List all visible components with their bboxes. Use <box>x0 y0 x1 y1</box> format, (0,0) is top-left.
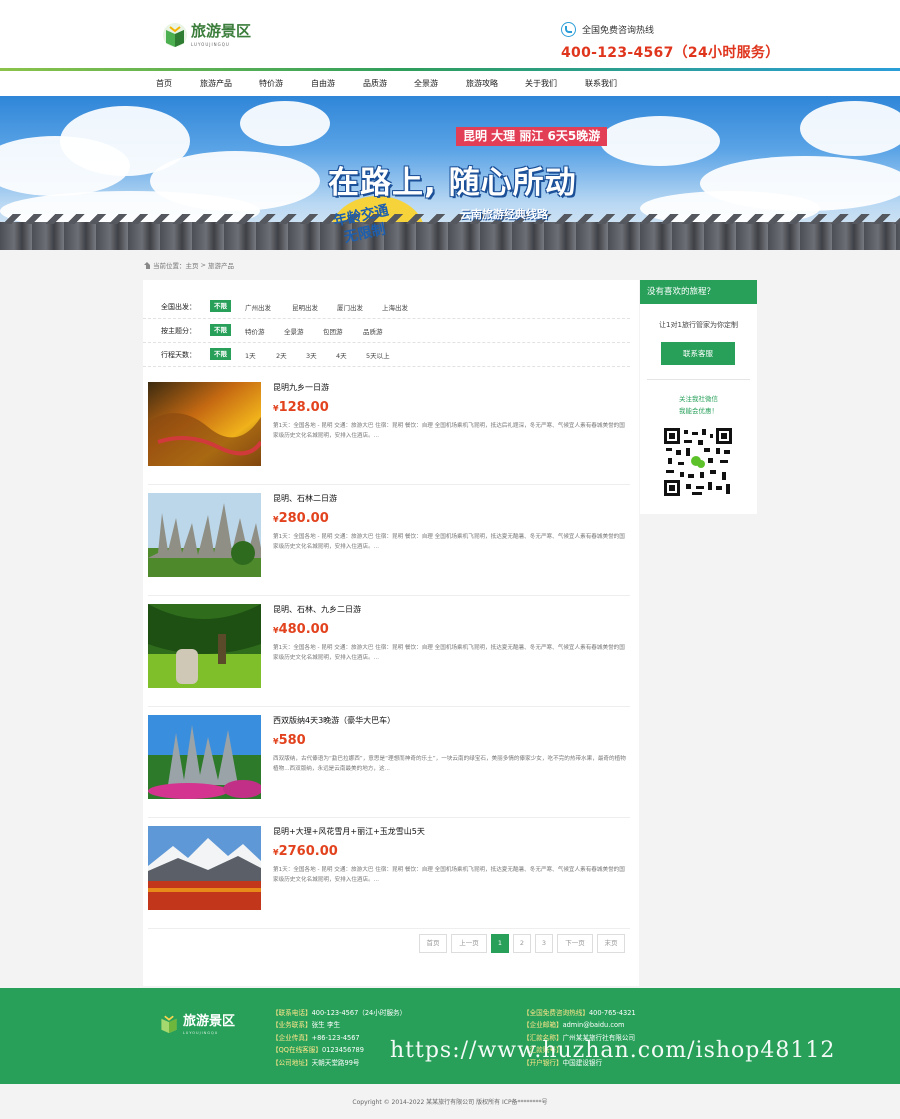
filter-option[interactable]: 不限 <box>210 324 231 336</box>
hotline-number: 400-123-4567（24小时服务） <box>561 45 780 61</box>
footer-contact-col1: 【联系电话】400-123-4567（24小时服务） 【业务联系】张生 李生 【… <box>272 1009 407 1067</box>
product-price: ¥2760.00 <box>273 844 338 859</box>
product-description: 第1天：全国各地 - 昆明 交通：旅游大巴 住宿：昆明 餐饮：自理 全国机场乘机… <box>273 423 625 439</box>
product-item: 昆明九乡一日游 ¥128.00 第1天：全国各地 - 昆明 交通：旅游大巴 住宿… <box>148 374 630 485</box>
product-image[interactable] <box>148 604 261 688</box>
nav-about[interactable]: 关于我们 <box>525 78 557 89</box>
product-price: ¥580 <box>273 733 306 748</box>
pager-next[interactable]: 下一页 <box>557 934 593 953</box>
filter-option[interactable]: 不限 <box>210 348 231 360</box>
pagination: 首页 上一页 1 2 3 下一页 末页 <box>419 934 629 953</box>
filter-option[interactable]: 品质游 <box>363 326 383 336</box>
banner-subtitle: 云南旅游经典线路 <box>460 208 548 221</box>
filter-days: 行程天数： 不限 1天 2天 3天 4天 5天以上 <box>143 343 630 367</box>
main-nav: 首页 旅游产品 特价游 自由游 品质游 全景游 旅游攻略 关于我们 联系我们 <box>0 71 900 96</box>
product-title[interactable]: 昆明、石林二日游 <box>273 493 337 504</box>
nav-home[interactable]: 首页 <box>156 78 172 89</box>
site-footer: 旅游景区 LUYOUJINGQU 【联系电话】400-123-4567（24小时… <box>0 988 900 1084</box>
logo-icon <box>162 22 188 48</box>
hotline-label: 全国免费咨询热线 <box>582 26 655 36</box>
filter-theme: 按主题分： 不限 特价游 全景游 包团游 品质游 <box>143 319 630 343</box>
filter-option[interactable]: 厦门出发 <box>337 302 363 312</box>
product-description: 第1天：全国各地 - 昆明 交通：旅游大巴 住宿：昆明 餐饮：自理 全国机场乘机… <box>273 867 625 883</box>
product-title[interactable]: 昆明+大理+风花雪月+丽江+玉龙雪山5天 <box>273 826 425 837</box>
sidebar-divider <box>647 379 750 380</box>
product-title[interactable]: 昆明、石林、九乡二日游 <box>273 604 361 615</box>
product-image[interactable] <box>148 493 261 577</box>
filter-option[interactable]: 不限 <box>210 300 231 312</box>
filter-option[interactable]: 包团游 <box>323 326 343 336</box>
logo-title: 旅游景区 <box>191 21 252 40</box>
footer-logo-icon <box>161 1015 177 1033</box>
filter-option[interactable]: 昆明出发 <box>292 302 318 312</box>
filter-option[interactable]: 3天 <box>306 350 317 360</box>
product-item: 西双版纳4天3晚游（豪华大巴车） ¥580 西双版纳，古代傣语为“勐巴拉娜西”，… <box>148 707 630 818</box>
banner-route: 昆明 大理 丽江 6天5晚游 <box>456 127 608 146</box>
contact-service-button[interactable]: 联系客服 <box>661 342 735 365</box>
filter-option[interactable]: 特价游 <box>245 326 265 336</box>
filter-option[interactable]: 4天 <box>336 350 347 360</box>
sidebar-text: 让1对1旅行管家为你定制 <box>659 321 738 329</box>
wechat-prompt: 关注我社微信 我能会优惠！ <box>679 395 718 415</box>
nav-contact[interactable]: 联系我们 <box>585 78 617 89</box>
hotline: 全国免费咨询热线 400-123-4567（24小时服务） <box>561 22 780 62</box>
sidebar-title: 没有喜欢的旅程？ <box>640 280 757 304</box>
product-item: 昆明+大理+风花雪月+丽江+玉龙雪山5天 ¥2760.00 第1天：全国各地 -… <box>148 818 630 929</box>
wechat-qr-code <box>664 428 732 496</box>
nav-special[interactable]: 特价游 <box>259 78 283 89</box>
pager-first[interactable]: 首页 <box>419 934 447 953</box>
breadcrumb-current[interactable]: 旅游产品 <box>208 260 234 270</box>
product-description: 西双版纳，古代傣语为“勐巴拉娜西”，意思是“理想而神奇的乐土”，一块云南的绿宝石… <box>273 756 626 772</box>
pager-page[interactable]: 2 <box>513 934 531 953</box>
filter-option[interactable]: 1天 <box>245 350 256 360</box>
product-price: ¥480.00 <box>273 622 329 637</box>
phone-icon <box>561 22 576 37</box>
filter-option[interactable]: 上海出发 <box>382 302 408 312</box>
watermark-text: https://www.huzhan.com/ishop48112 <box>390 1038 836 1063</box>
product-list-panel: 全国出发： 不限 广州出发 昆明出发 厦门出发 上海出发 按主题分： 不限 特价… <box>143 280 639 986</box>
product-price: ¥128.00 <box>273 400 329 415</box>
site-header: 旅游景区 LUYOUJINGQU 全国免费咨询热线 400-123-4567（2… <box>0 0 900 68</box>
product-title[interactable]: 西双版纳4天3晚游（豪华大巴车） <box>273 715 395 726</box>
product-description: 第1天：全国各地 - 昆明 交通：旅游大巴 住宿：昆明 餐饮：自理 全国机场乘机… <box>273 534 625 550</box>
nav-quality-tour[interactable]: 品质游 <box>363 78 387 89</box>
product-image[interactable] <box>148 715 261 799</box>
banner-title: 在路上, 随心所动 <box>328 165 577 201</box>
rooftops-image <box>0 214 900 250</box>
pager-page[interactable]: 1 <box>491 934 509 953</box>
home-icon <box>144 261 151 269</box>
nav-products[interactable]: 旅游产品 <box>200 78 232 89</box>
product-title[interactable]: 昆明九乡一日游 <box>273 382 329 393</box>
copyright: Copyright © 2014-2022 某某旅行有限公司 版权所有 ICP备… <box>352 1099 548 1106</box>
logo-subtitle: LUYOUJINGQU <box>191 41 230 47</box>
pager-last[interactable]: 末页 <box>597 934 625 953</box>
footer-logo[interactable]: 旅游景区 LUYOUJINGQU <box>158 1010 235 1035</box>
product-description: 第1天：全国各地 - 昆明 交通：旅游大巴 住宿：昆明 餐饮：自理 全国机场乘机… <box>273 645 625 661</box>
product-item: 昆明、石林二日游 ¥280.00 第1天：全国各地 - 昆明 交通：旅游大巴 住… <box>148 485 630 596</box>
filter-option[interactable]: 全景游 <box>284 326 304 336</box>
custom-trip-sidebar: 没有喜欢的旅程？ 让1对1旅行管家为你定制 联系客服 关注我社微信 我能会优惠！ <box>640 280 757 514</box>
hero-banner[interactable]: 年龄交通 无限制 昆明 大理 丽江 6天5晚游 在路上, 随心所动 云南旅游经典… <box>0 96 900 250</box>
pager-prev[interactable]: 上一页 <box>451 934 487 953</box>
nav-guides[interactable]: 旅游攻略 <box>466 78 498 89</box>
nav-free-tour[interactable]: 自由游 <box>311 78 335 89</box>
filter-option[interactable]: 广州出发 <box>245 302 271 312</box>
product-image[interactable] <box>148 382 261 466</box>
breadcrumb: 当前位置： 主页 > 旅游产品 <box>144 260 234 270</box>
product-image[interactable] <box>148 826 261 910</box>
nav-panorama-tour[interactable]: 全景游 <box>414 78 438 89</box>
filter-option[interactable]: 2天 <box>276 350 287 360</box>
filter-option[interactable]: 5天以上 <box>366 350 390 360</box>
breadcrumb-home[interactable]: 主页 <box>186 260 199 270</box>
site-logo[interactable]: 旅游景区 LUYOUJINGQU <box>162 22 251 48</box>
filter-departure: 全国出发： 不限 广州出发 昆明出发 厦门出发 上海出发 <box>143 295 630 319</box>
product-price: ¥280.00 <box>273 511 329 526</box>
product-item: 昆明、石林、九乡二日游 ¥480.00 第1天：全国各地 - 昆明 交通：旅游大… <box>148 596 630 707</box>
pager-page[interactable]: 3 <box>535 934 553 953</box>
